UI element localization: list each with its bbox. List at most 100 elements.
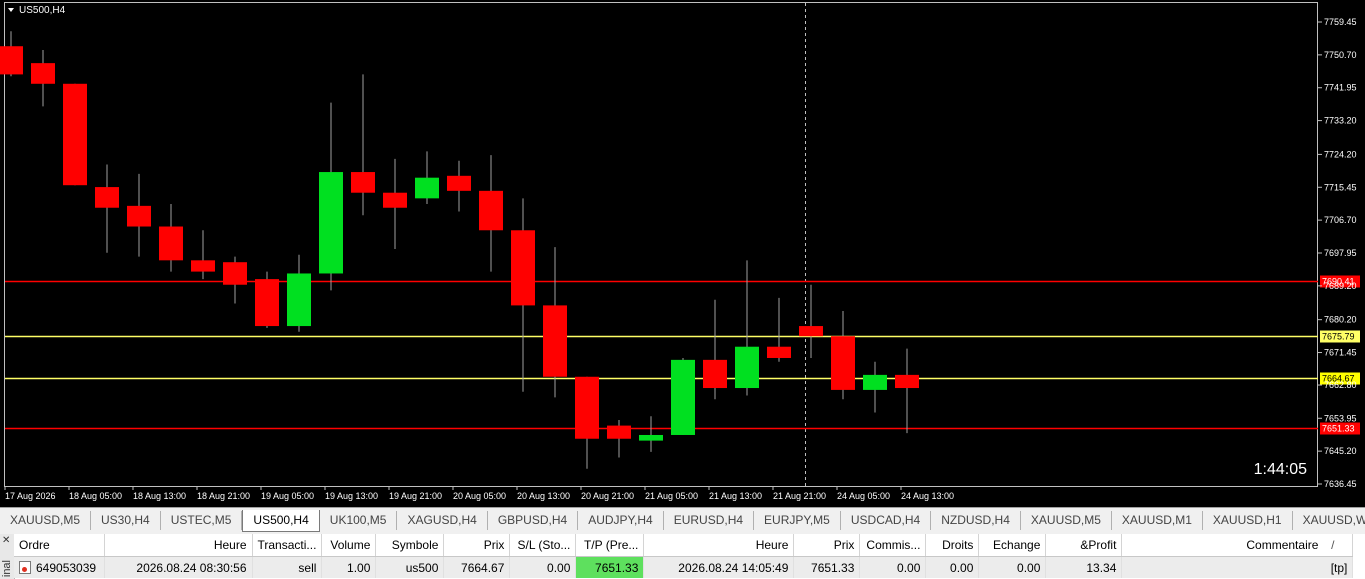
x-tick-label: 19 Aug 05:00 <box>261 491 314 501</box>
y-tick-label: 7645.20 <box>1324 446 1357 456</box>
cell-value: 0.00 <box>1017 560 1041 575</box>
chart-tabs-bar: XAUUSD,M5 US30,H4 USTEC,M5 US500,H4 UK100,M5… <box>0 507 1365 535</box>
column-header-label: S/L (Sto... <box>517 538 571 552</box>
chart-tab[interactable]: XAUUSD,Weekl <box>1293 511 1365 530</box>
column-header[interactable]: Commis... <box>859 534 927 557</box>
column-header[interactable]: &Profit <box>1045 534 1123 557</box>
column-header[interactable]: Heure <box>643 534 795 557</box>
candle-bear <box>575 376 599 439</box>
candle-bear <box>383 192 407 208</box>
candle-bear <box>799 326 823 337</box>
candle-bear <box>255 279 279 327</box>
x-tick-label: 24 Aug 13:00 <box>901 491 954 501</box>
cell-value: 0.00 <box>547 560 571 575</box>
x-tick-label: 18 Aug 13:00 <box>133 491 186 501</box>
chart-tab[interactable]: EURUSD,H4 <box>664 511 755 530</box>
column-header-label: Prix <box>483 538 505 552</box>
column-header[interactable]: Volume <box>321 534 377 557</box>
table-cell: 0.00 <box>925 556 980 578</box>
y-tick-label: 7662.80 <box>1324 380 1357 390</box>
symbol-label: US500,H4 <box>19 5 66 16</box>
chart-tab[interactable]: XAGUSD,H4 <box>397 511 488 530</box>
candle-bear <box>447 175 471 191</box>
y-tick-label: 7680.20 <box>1324 315 1357 325</box>
y-tick-label: 7750.70 <box>1324 50 1357 60</box>
column-header-label: Volume <box>330 538 371 552</box>
chart-tab[interactable]: XAUUSD,M5 <box>1021 511 1112 530</box>
column-header-label: &Profit <box>1080 538 1117 552</box>
chart-tab[interactable]: XAUUSD,M1 <box>1112 511 1203 530</box>
x-tick-label: 21 Aug 13:00 <box>709 491 762 501</box>
closed-order-icon <box>19 560 31 574</box>
cell-value: 0.00 <box>897 560 921 575</box>
candle-bear <box>223 262 247 285</box>
column-header[interactable]: Symbole <box>375 534 445 557</box>
close-icon[interactable]: ✕ <box>2 536 10 546</box>
candle-bull <box>671 359 695 435</box>
cell-value: 13.34 <box>1086 560 1117 575</box>
x-tick-label: 21 Aug 05:00 <box>645 491 698 501</box>
table-row[interactable]: 649053039 2026.08.24 08:30:56 sell 1.00 us50… <box>14 556 1354 578</box>
column-header[interactable]: Ordre <box>14 534 105 557</box>
chart-tab[interactable]: AUDJPY,H4 <box>578 511 664 530</box>
table-cell: 7664.67 <box>443 556 511 578</box>
table-cell: 0.00 <box>859 556 927 578</box>
column-header-label: Heure <box>755 538 789 552</box>
cell-value: 1.00 <box>347 560 371 575</box>
bar-countdown: 1:44:05 <box>1254 461 1307 478</box>
chart-tab[interactable]: US30,H4 <box>91 511 161 530</box>
chart-tab[interactable]: XAUUSD,H1 <box>1203 511 1293 530</box>
chart-tab[interactable]: EURJPY,M5 <box>754 511 841 530</box>
candle-bull <box>287 273 311 327</box>
table-cell: 2026.08.24 14:05:49 <box>643 556 795 578</box>
column-header[interactable]: T/P (Pre... <box>575 534 645 557</box>
x-tick-label: 20 Aug 13:00 <box>517 491 570 501</box>
y-tick-label: 7697.95 <box>1324 248 1357 258</box>
price-chart[interactable]: 7690.417675.797664.677651.33 7759.457750… <box>0 0 1365 507</box>
chart-tab[interactable]: US500,H4 <box>242 510 320 532</box>
y-tick-label: 7759.45 <box>1324 17 1357 27</box>
table-cell: 2026.08.24 08:30:56 <box>104 556 253 578</box>
y-tick-label: 7636.45 <box>1324 479 1357 489</box>
chart-tab[interactable]: USTEC,M5 <box>161 511 243 530</box>
y-tick-label: 7715.45 <box>1324 182 1357 192</box>
column-header[interactable]: Heure <box>104 534 253 557</box>
candle-bear <box>63 83 87 186</box>
column-header[interactable]: Commentaire / <box>1121 534 1354 557</box>
column-header-label: Commis... <box>866 538 921 552</box>
chart-tab[interactable]: USDCAD,H4 <box>841 511 932 530</box>
column-header-label: Symbole <box>391 538 439 552</box>
candle-bear <box>831 336 855 390</box>
column-header-label: Commentaire <box>1246 538 1319 552</box>
column-header[interactable]: S/L (Sto... <box>509 534 577 557</box>
column-header[interactable]: Transacti... <box>252 534 323 557</box>
sort-indicator: / <box>1331 538 1335 552</box>
y-tick-label: 7671.45 <box>1324 348 1357 358</box>
cell-value: 0.00 <box>950 560 974 575</box>
column-header[interactable]: Echange <box>978 534 1047 557</box>
chart-tab[interactable]: NZDUSD,H4 <box>931 511 1021 530</box>
chart-tab[interactable]: UK100,M5 <box>320 511 398 530</box>
x-tick-label: 21 Aug 21:00 <box>773 491 826 501</box>
column-header[interactable]: Droits <box>925 534 980 557</box>
terminal-panel: ✕ inal Ordre Heure Transacti... Volume Symbo… <box>0 534 1365 579</box>
cell-value: [tp] <box>1330 560 1348 575</box>
cell-value: 649053039 <box>36 560 97 575</box>
x-tick-label: 18 Aug 05:00 <box>69 491 122 501</box>
candle-bull <box>415 177 439 199</box>
candle-bear <box>351 172 375 193</box>
chart-tab[interactable]: XAUUSD,M5 <box>0 511 92 530</box>
column-header[interactable]: Prix <box>793 534 861 557</box>
candle-bear <box>0 46 23 75</box>
candle-bear <box>607 425 631 439</box>
candle-bear <box>511 230 535 306</box>
candle-bear <box>479 190 503 231</box>
candle-bear <box>703 359 727 389</box>
candle-bear <box>543 305 567 377</box>
table-cell: us500 <box>375 556 445 578</box>
column-header[interactable]: Prix <box>443 534 511 557</box>
candle-bear <box>767 346 791 358</box>
chart-tab[interactable]: GBPUSD,H4 <box>488 511 579 530</box>
column-header-label: T/P (Pre... <box>583 538 639 552</box>
table-cell: 13.34 <box>1045 556 1123 578</box>
